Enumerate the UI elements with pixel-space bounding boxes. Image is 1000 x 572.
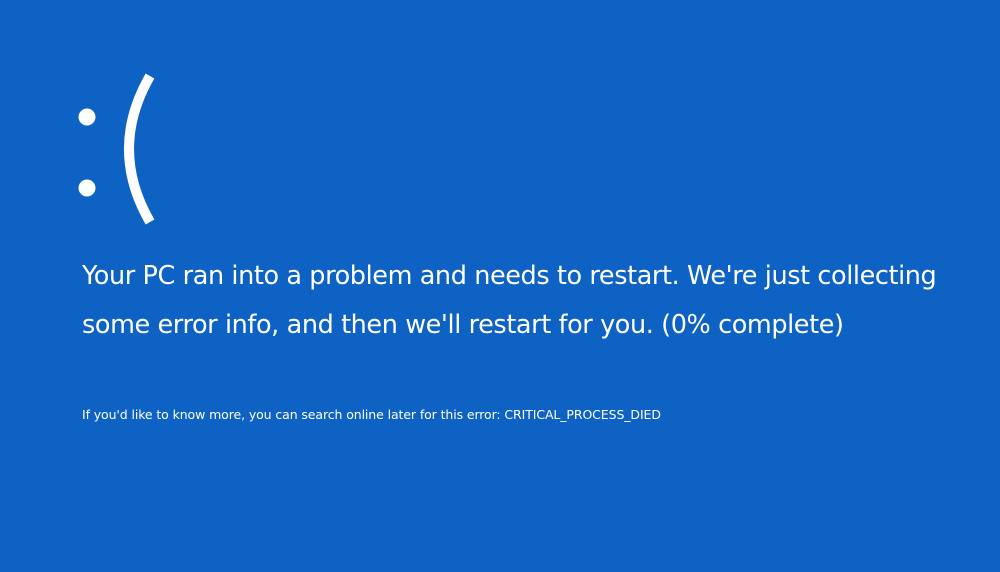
sad-face-emoticon xyxy=(78,73,155,225)
error-code-info: If you'd like to know more, you can sear… xyxy=(82,407,661,422)
emoticon-dot-bottom xyxy=(78,179,96,197)
emoticon-dot-top xyxy=(78,108,96,126)
emoticon-parenthesis xyxy=(124,73,155,225)
error-message: Your PC ran into a problem and needs to … xyxy=(82,261,937,340)
bsod-screen: Your PC ran into a problem and needs to … xyxy=(0,0,1000,572)
